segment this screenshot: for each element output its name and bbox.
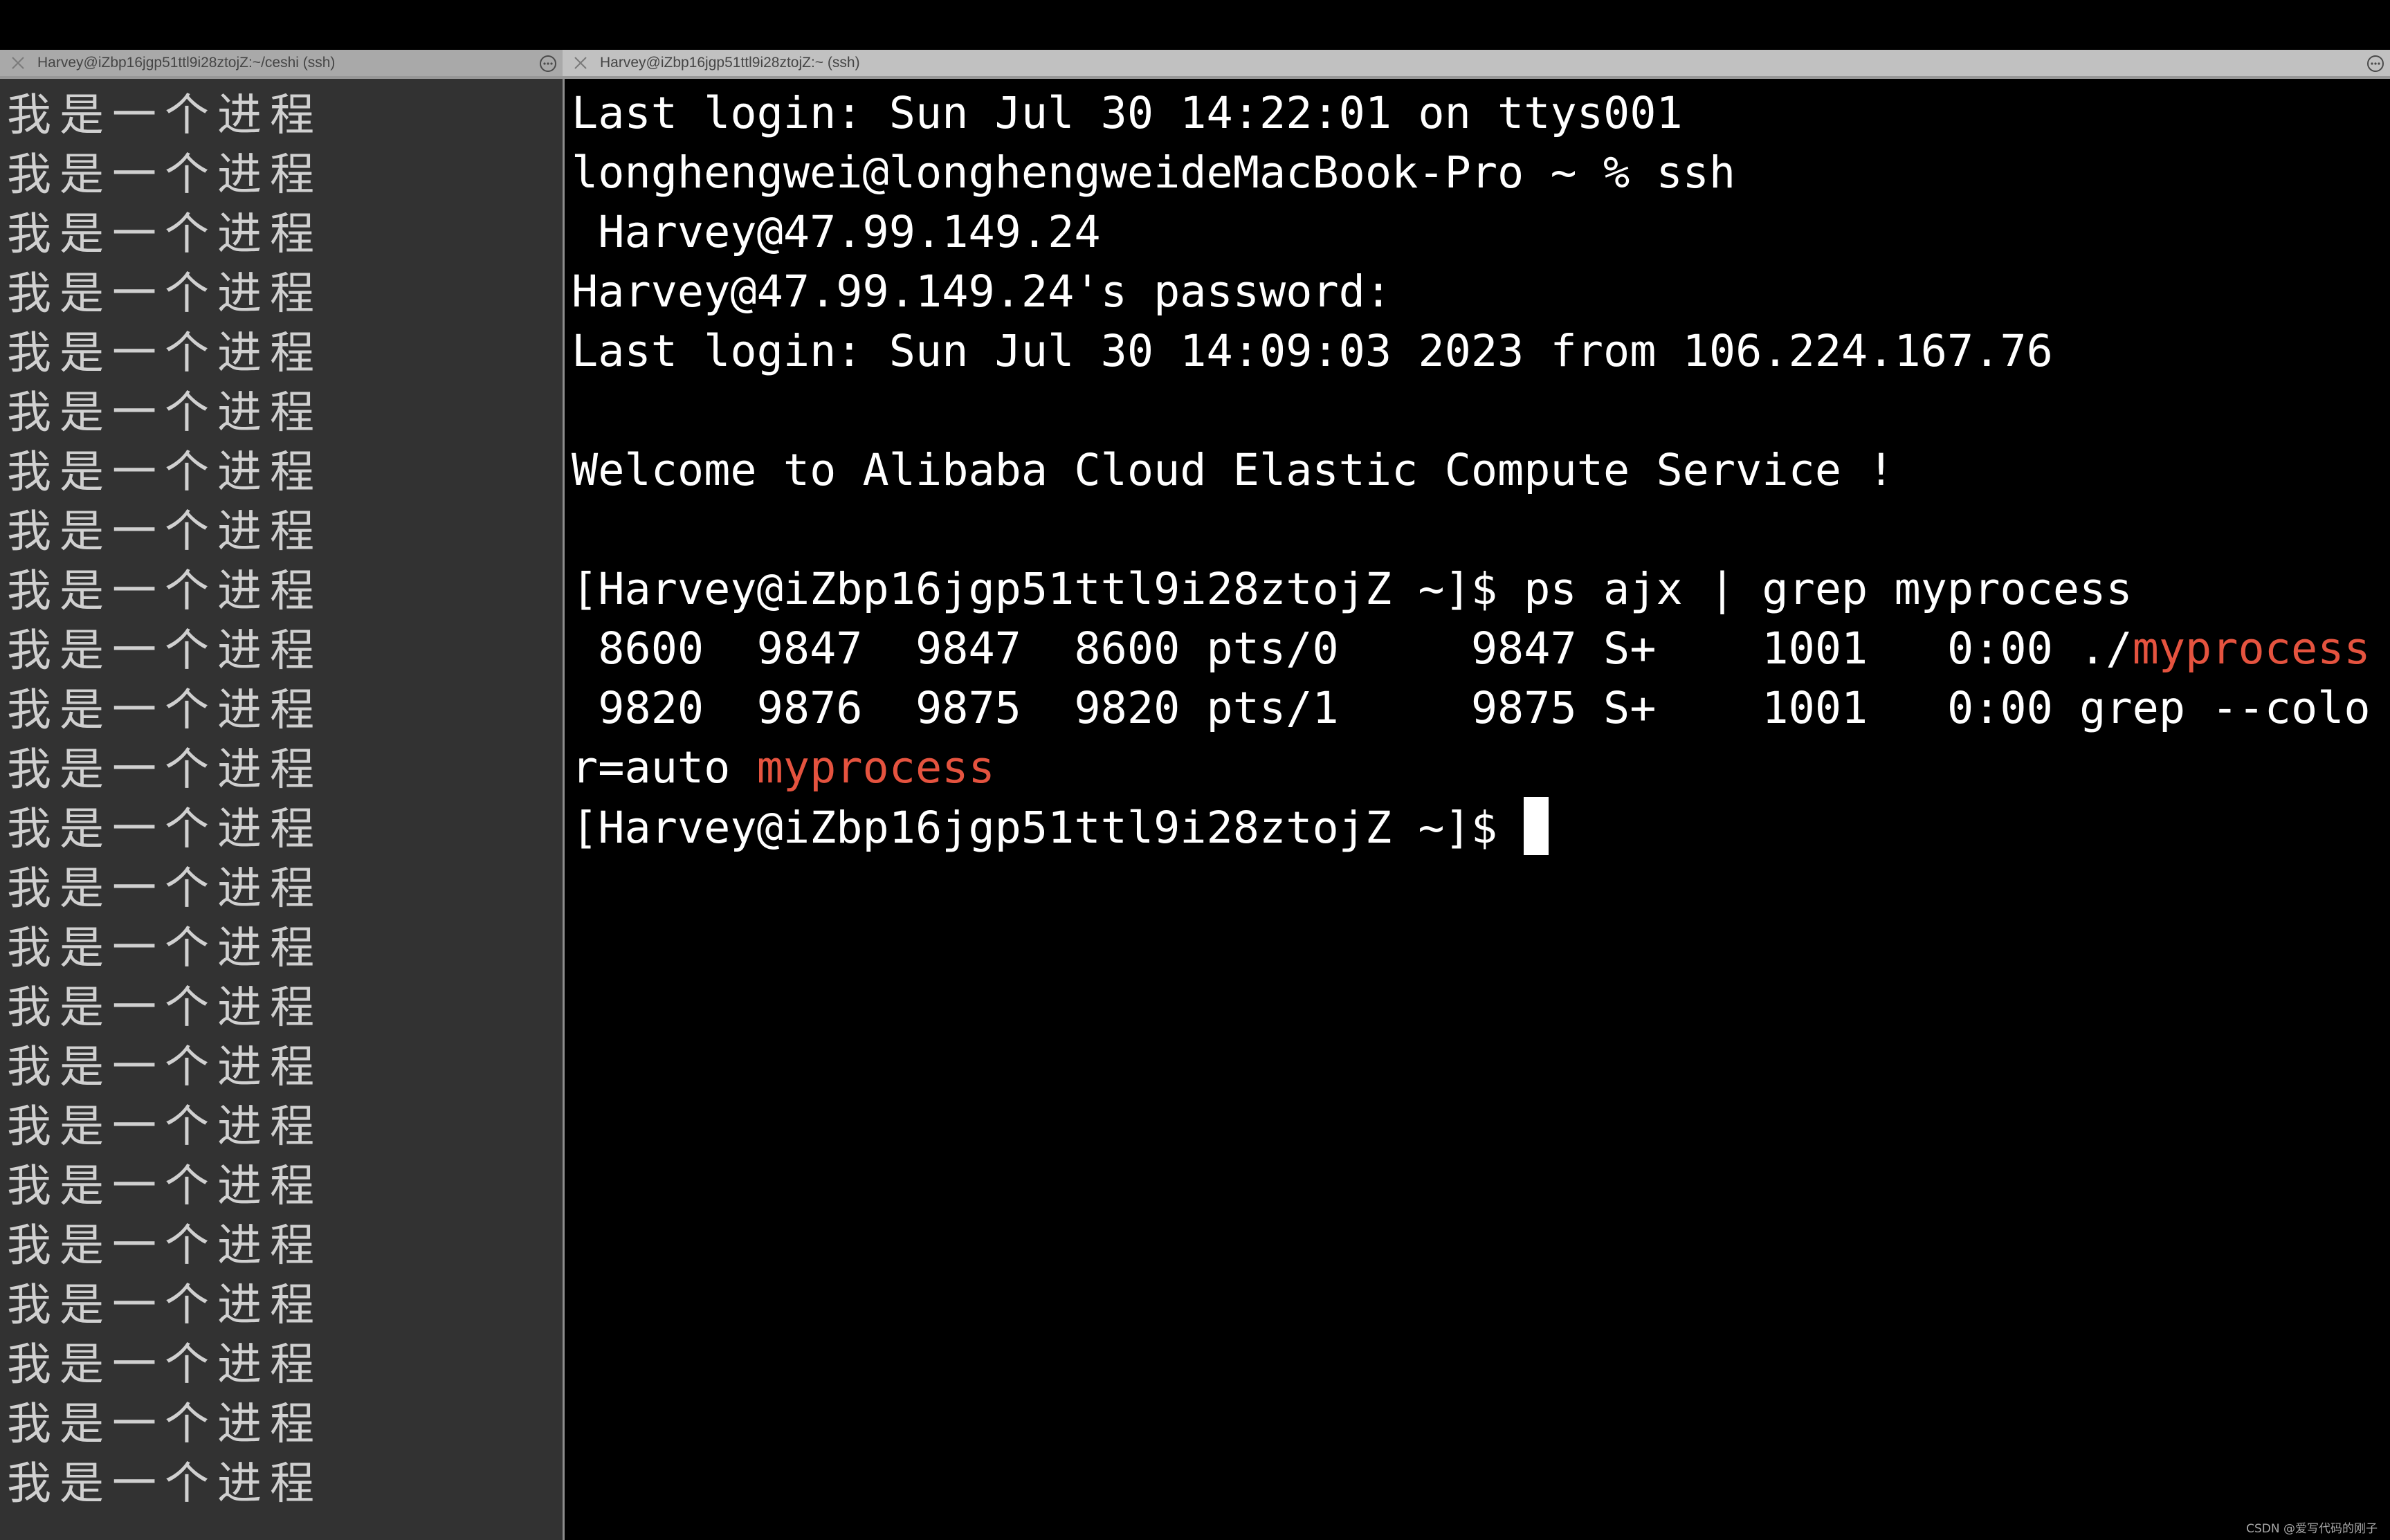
tab-ceshi-ssh[interactable]: Harvey@iZbp16jgp51ttl9i28ztojZ:~/ceshi (… — [0, 50, 563, 79]
output-line: 我是一个进程 — [7, 209, 322, 260]
tab-title: Harvey@iZbp16jgp51ttl9i28ztojZ:~/ceshi (… — [37, 55, 336, 71]
line-text: Last login: Sun Jul 30 14:22:01 on ttys0… — [572, 87, 1683, 138]
terminal-line-welcome: Welcome to Alibaba Cloud Elastic Compute… — [572, 440, 2371, 499]
output-line: 我是一个进程 — [7, 328, 322, 379]
ellipsis-circle-icon[interactable] — [2366, 55, 2384, 73]
terminal-line-prompt: [Harvey@iZbp16jgp51ttl9i28ztojZ ~]$ — [572, 797, 2371, 856]
output-line: 我是一个进程 — [7, 506, 322, 558]
terminal-pane-left[interactable]: 我是一个进程 我是一个进程 我是一个进程 我是一个进程 我是一个进程 我是一个进… — [0, 79, 563, 1540]
terminal-line-ps-command: [Harvey@iZbp16jgp51ttl9i28ztojZ ~]$ ps a… — [572, 559, 2371, 618]
tab-title: Harvey@iZbp16jgp51ttl9i28ztojZ:~ (ssh) — [600, 55, 860, 71]
line-text: [Harvey@iZbp16jgp51ttl9i28ztojZ ~]$ ps a… — [572, 563, 2133, 614]
output-line: 我是一个进程 — [7, 1220, 322, 1272]
terminal-line-ssh-target: Harvey@47.99.149.24 — [572, 202, 2371, 262]
output-line: 我是一个进程 — [7, 566, 322, 617]
right-output: Last login: Sun Jul 30 14:22:01 on ttys0… — [572, 83, 2371, 856]
grep-match-highlight: myprocess — [2132, 623, 2371, 674]
close-icon[interactable] — [571, 53, 590, 73]
output-line: 我是一个进程 — [7, 1161, 322, 1212]
ellipsis-circle-icon[interactable] — [539, 55, 557, 73]
terminal-line-password-prompt: Harvey@47.99.149.24's password: — [572, 262, 2371, 321]
terminal-line-ssh-command: longhengwei@longhengweideMacBook-Pro ~ %… — [572, 143, 2371, 202]
output-line: 我是一个进程 — [7, 804, 322, 855]
output-line: 我是一个进程 — [7, 625, 322, 677]
line-text: Welcome to Alibaba Cloud Elastic Compute… — [572, 444, 1895, 495]
output-line: 我是一个进程 — [7, 685, 322, 736]
close-icon[interactable] — [8, 53, 28, 73]
grep-match-highlight: myprocess — [756, 742, 995, 793]
tab-bar: Harvey@iZbp16jgp51ttl9i28ztojZ:~/ceshi (… — [0, 50, 2390, 79]
output-line: 我是一个进程 — [7, 1458, 322, 1510]
output-line: 我是一个进程 — [7, 744, 322, 796]
output-line: 我是一个进程 — [7, 982, 322, 1034]
line-text: r=auto — [572, 742, 757, 793]
output-line: 我是一个进程 — [7, 863, 322, 915]
output-line: 我是一个进程 — [7, 1042, 322, 1093]
left-output: 我是一个进程 我是一个进程 我是一个进程 我是一个进程 我是一个进程 我是一个进… — [7, 86, 322, 1514]
watermark: CSDN @爱写代码的刚子 — [2246, 1522, 2378, 1536]
terminal-line-ps-row-grep-wrap: r=auto myprocess — [572, 737, 2371, 797]
line-text: 8600 9847 9847 8600 pts/0 9847 S+ 1001 0… — [572, 623, 2133, 674]
terminal-line-ps-row-grep: 9820 9876 9875 9820 pts/1 9875 S+ 1001 0… — [572, 678, 2371, 737]
terminal-line-ps-row-myprocess: 8600 9847 9847 8600 pts/0 9847 S+ 1001 0… — [572, 618, 2371, 678]
line-text: 9820 9876 9875 9820 pts/1 9875 S+ 1001 0… — [572, 682, 2371, 733]
text-cursor[interactable] — [1524, 797, 1549, 855]
line-text: longhengwei@longhengweideMacBook-Pro ~ %… — [572, 147, 1736, 198]
terminal-line-blank — [572, 499, 2371, 559]
line-text: Harvey@47.99.149.24 — [572, 206, 1101, 257]
line-text: Last login: Sun Jul 30 14:09:03 2023 fro… — [572, 325, 2053, 376]
shell-prompt: [Harvey@iZbp16jgp51ttl9i28ztojZ ~]$ — [572, 802, 1524, 853]
output-line: 我是一个进程 — [7, 90, 322, 141]
terminal-line-last-login-local: Last login: Sun Jul 30 14:22:01 on ttys0… — [572, 83, 2371, 143]
terminal-line-blank — [572, 381, 2371, 440]
output-line: 我是一个进程 — [7, 1339, 322, 1391]
terminal-line-last-login-remote: Last login: Sun Jul 30 14:09:03 2023 fro… — [572, 321, 2371, 381]
output-line: 我是一个进程 — [7, 149, 322, 201]
top-black-strip — [0, 0, 2390, 50]
line-text: Harvey@47.99.149.24's password: — [572, 266, 1392, 317]
output-line: 我是一个进程 — [7, 1101, 322, 1153]
output-line: 我是一个进程 — [7, 1280, 322, 1331]
output-line: 我是一个进程 — [7, 447, 322, 498]
output-line: 我是一个进程 — [7, 1399, 322, 1450]
output-line: 我是一个进程 — [7, 268, 322, 320]
output-line: 我是一个进程 — [7, 387, 322, 439]
output-line: 我是一个进程 — [7, 923, 322, 974]
terminal-pane-right[interactable]: Last login: Sun Jul 30 14:22:01 on ttys0… — [565, 79, 2390, 1540]
tab-home-ssh[interactable]: Harvey@iZbp16jgp51ttl9i28ztojZ:~ (ssh) — [563, 50, 2390, 79]
